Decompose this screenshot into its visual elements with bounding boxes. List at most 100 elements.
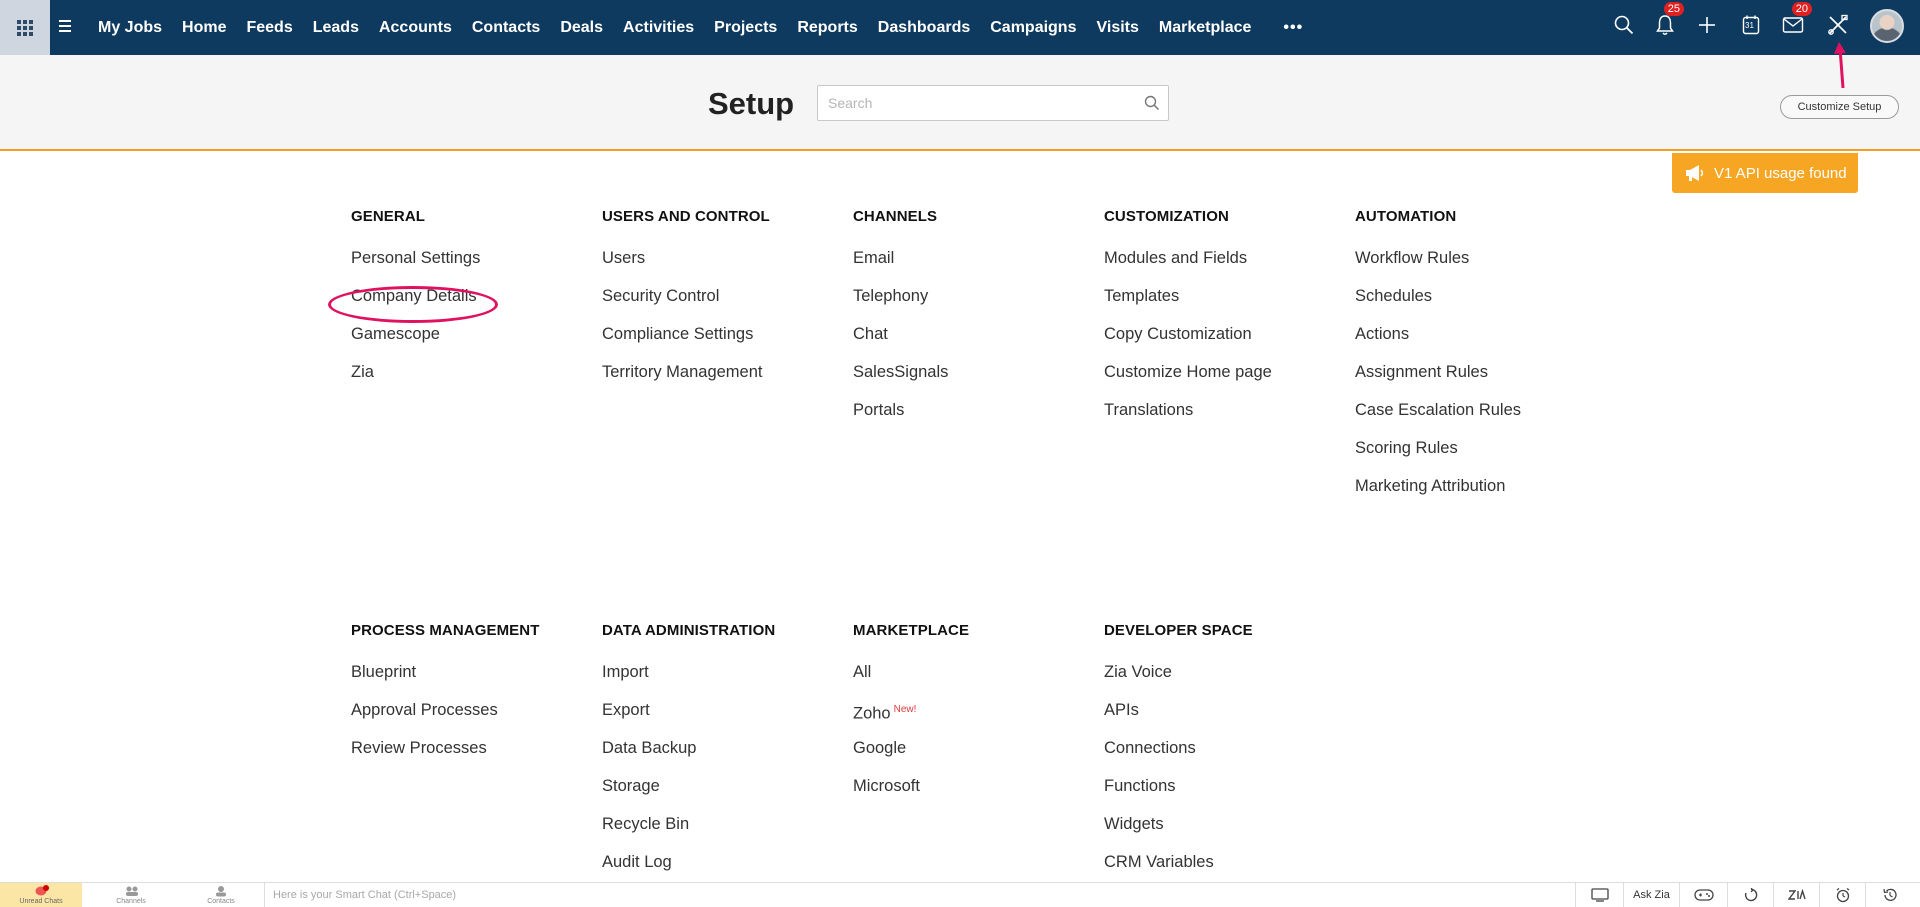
link-users[interactable]: Users <box>602 248 842 286</box>
link-workflow-rules[interactable]: Workflow Rules <box>1355 248 1595 286</box>
link-recycle-bin[interactable]: Recycle Bin <box>602 814 842 852</box>
link-copy-customization[interactable]: Copy Customization <box>1104 324 1344 362</box>
link-storage[interactable]: Storage <box>602 776 842 814</box>
search-input[interactable] <box>818 86 1128 120</box>
channels-label: Channels <box>116 898 146 905</box>
link-gamescope[interactable]: Gamescope <box>351 324 591 362</box>
tab-my-jobs[interactable]: My Jobs <box>98 19 162 37</box>
setup-tools-icon[interactable] <box>1825 12 1851 38</box>
person-icon <box>216 886 226 897</box>
link-connections[interactable]: Connections <box>1104 738 1344 776</box>
setup-search <box>817 85 1169 121</box>
link-compliance-settings[interactable]: Compliance Settings <box>602 324 842 362</box>
section-title: CUSTOMIZATION <box>1104 208 1229 225</box>
api-banner-text: V1 API usage found <box>1714 164 1847 182</box>
tab-dashboards[interactable]: Dashboards <box>878 19 970 37</box>
smart-chat-input[interactable]: Here is your Smart Chat (Ctrl+Space) <box>264 883 1574 907</box>
link-company-details[interactable]: Company Details <box>351 286 591 324</box>
link-review-processes[interactable]: Review Processes <box>351 738 591 776</box>
customize-setup-button[interactable]: Customize Setup <box>1780 95 1899 119</box>
gamepad-icon[interactable] <box>1679 883 1727 907</box>
link-widgets[interactable]: Widgets <box>1104 814 1344 852</box>
tab-accounts[interactable]: Accounts <box>379 19 452 37</box>
link-portals[interactable]: Portals <box>853 400 1093 438</box>
tab-home[interactable]: Home <box>182 19 226 37</box>
search-icon[interactable] <box>1144 95 1160 111</box>
link-apis[interactable]: APIs <box>1104 700 1344 738</box>
section-customization: CUSTOMIZATION Modules and Fields Templat… <box>1104 208 1344 438</box>
history-icon[interactable] <box>1865 883 1913 907</box>
link-case-escalation-rules[interactable]: Case Escalation Rules <box>1355 400 1595 438</box>
link-zoho[interactable]: Zoho New! <box>853 700 1093 738</box>
link-blueprint[interactable]: Blueprint <box>351 662 591 700</box>
link-approval-processes[interactable]: Approval Processes <box>351 700 591 738</box>
tab-activities[interactable]: Activities <box>623 19 694 37</box>
tab-campaigns[interactable]: Campaigns <box>990 19 1076 37</box>
link-modules-and-fields[interactable]: Modules and Fields <box>1104 248 1344 286</box>
unread-chats-tab[interactable]: Unread Chats <box>0 883 82 907</box>
api-usage-banner[interactable]: V1 API usage found <box>1672 153 1858 193</box>
section-marketplace: MARKETPLACE All Zoho New! Google Microsof… <box>853 622 1093 814</box>
tab-visits[interactable]: Visits <box>1096 19 1138 37</box>
plus-icon[interactable] <box>1694 12 1720 38</box>
link-zoho-label: Zoho <box>853 704 891 723</box>
module-tabs: My Jobs Home Feeds Leads Accounts Contac… <box>88 0 1303 55</box>
link-security-control[interactable]: Security Control <box>602 286 842 324</box>
link-email[interactable]: Email <box>853 248 1093 286</box>
link-export[interactable]: Export <box>602 700 842 738</box>
tab-marketplace[interactable]: Marketplace <box>1159 19 1252 37</box>
link-microsoft[interactable]: Microsoft <box>853 776 1093 814</box>
sync-icon[interactable] <box>1727 883 1773 907</box>
page-title: Setup <box>708 86 795 121</box>
calendar-icon[interactable]: 31 <box>1738 12 1764 38</box>
link-territory-management[interactable]: Territory Management <box>602 362 842 400</box>
ask-zia-button[interactable]: Ask Zia <box>1623 883 1679 907</box>
tab-reports[interactable]: Reports <box>797 19 857 37</box>
tab-leads[interactable]: Leads <box>313 19 359 37</box>
mail-icon[interactable]: 20 <box>1780 2 1812 38</box>
calendar-day-label: 31 <box>1745 21 1754 30</box>
tab-projects[interactable]: Projects <box>714 19 777 37</box>
link-functions[interactable]: Functions <box>1104 776 1344 814</box>
desktop-icon[interactable] <box>1575 883 1623 907</box>
link-customize-home-page[interactable]: Customize Home page <box>1104 362 1344 400</box>
contacts-label: Contacts <box>207 898 235 905</box>
search-icon[interactable] <box>1611 12 1637 38</box>
link-personal-settings[interactable]: Personal Settings <box>351 248 591 286</box>
user-avatar[interactable] <box>1870 9 1904 43</box>
app-launcher-button[interactable] <box>0 0 50 55</box>
channels-tab[interactable]: Channels <box>90 883 172 907</box>
annotation-arrow <box>1834 42 1846 89</box>
section-automation: AUTOMATION Workflow Rules Schedules Acti… <box>1355 208 1595 514</box>
link-zia-voice[interactable]: Zia Voice <box>1104 662 1344 700</box>
section-general: GENERAL Personal Settings Company Detail… <box>351 208 591 400</box>
link-import[interactable]: Import <box>602 662 842 700</box>
link-data-backup[interactable]: Data Backup <box>602 738 842 776</box>
link-google[interactable]: Google <box>853 738 1093 776</box>
link-telephony[interactable]: Telephony <box>853 286 1093 324</box>
tab-deals[interactable]: Deals <box>560 19 603 37</box>
link-assignment-rules[interactable]: Assignment Rules <box>1355 362 1595 400</box>
tab-contacts[interactable]: Contacts <box>472 19 540 37</box>
link-chat[interactable]: Chat <box>853 324 1093 362</box>
contacts-tab[interactable]: Contacts <box>180 883 262 907</box>
link-zia[interactable]: Zia <box>351 362 591 400</box>
hamburger-menu-icon[interactable] <box>59 20 73 34</box>
link-templates[interactable]: Templates <box>1104 286 1344 324</box>
alarm-clock-icon[interactable] <box>1819 883 1865 907</box>
link-salessignals[interactable]: SalesSignals <box>853 362 1093 400</box>
link-marketing-attribution[interactable]: Marketing Attribution <box>1355 476 1595 514</box>
link-actions[interactable]: Actions <box>1355 324 1595 362</box>
bell-icon[interactable]: 25 <box>1652 2 1684 38</box>
bottom-chat-bar: Unread Chats Channels Contacts Here is y… <box>0 882 1920 907</box>
mail-count-badge: 20 <box>1791 2 1812 16</box>
link-scoring-rules[interactable]: Scoring Rules <box>1355 438 1595 476</box>
link-all[interactable]: All <box>853 662 1093 700</box>
tab-feeds[interactable]: Feeds <box>246 19 292 37</box>
more-tabs-button[interactable]: ••• <box>1283 19 1303 37</box>
link-schedules[interactable]: Schedules <box>1355 286 1595 324</box>
link-translations[interactable]: Translations <box>1104 400 1344 438</box>
zia-icon[interactable] <box>1773 883 1819 907</box>
unread-chats-label: Unread Chats <box>19 898 63 905</box>
section-users-and-control: USERS AND CONTROL Users Security Control… <box>602 208 842 400</box>
